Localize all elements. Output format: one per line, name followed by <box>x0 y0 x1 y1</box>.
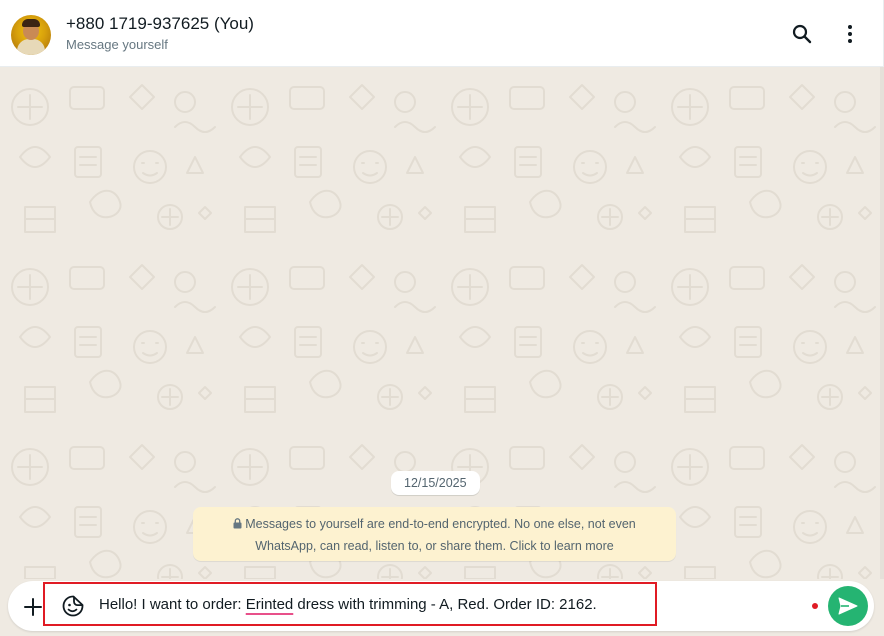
misspelled-word[interactable]: Erinted <box>246 596 294 613</box>
chat-header: +880 1719-937625 (You) Message yourself <box>0 0 884 67</box>
message-text-end: dress with trimming - A, Red. Order ID: … <box>293 596 597 613</box>
avatar-shirt <box>17 39 45 55</box>
attach-button[interactable] <box>20 594 46 620</box>
contact-subtitle: Message yourself <box>66 37 168 52</box>
recording-indicator-dot <box>812 603 818 609</box>
encryption-notice-text1: Messages to yourself are end-to-end encr… <box>245 517 636 531</box>
encryption-notice-line1: Messages to yourself are end-to-end encr… <box>207 514 662 536</box>
search-button[interactable] <box>789 21 815 47</box>
search-icon <box>792 24 812 44</box>
message-text-start: Hello! I want to order: <box>99 596 246 613</box>
chat-area <box>0 67 884 579</box>
sticker-button[interactable] <box>59 592 87 620</box>
plus-icon <box>24 598 42 616</box>
menu-button[interactable] <box>837 21 863 47</box>
chat-scrollbar[interactable] <box>880 67 884 579</box>
contact-name[interactable]: +880 1719-937625 (You) <box>66 14 254 34</box>
doodle-wallpaper <box>0 67 884 579</box>
encryption-notice-line2: WhatsApp, can read, listen to, or share … <box>255 539 614 553</box>
sticker-icon <box>62 595 84 617</box>
lock-icon <box>233 515 242 536</box>
message-input[interactable]: Hello! I want to order: Erinted dress wi… <box>99 596 597 613</box>
encryption-notice[interactable]: Messages to yourself are end-to-end encr… <box>193 507 676 561</box>
avatar[interactable] <box>11 15 51 55</box>
send-icon <box>838 597 858 615</box>
send-button[interactable] <box>828 586 868 626</box>
avatar-hair <box>22 19 40 27</box>
kebab-menu-icon <box>848 25 852 43</box>
date-chip: 12/15/2025 <box>391 471 480 495</box>
